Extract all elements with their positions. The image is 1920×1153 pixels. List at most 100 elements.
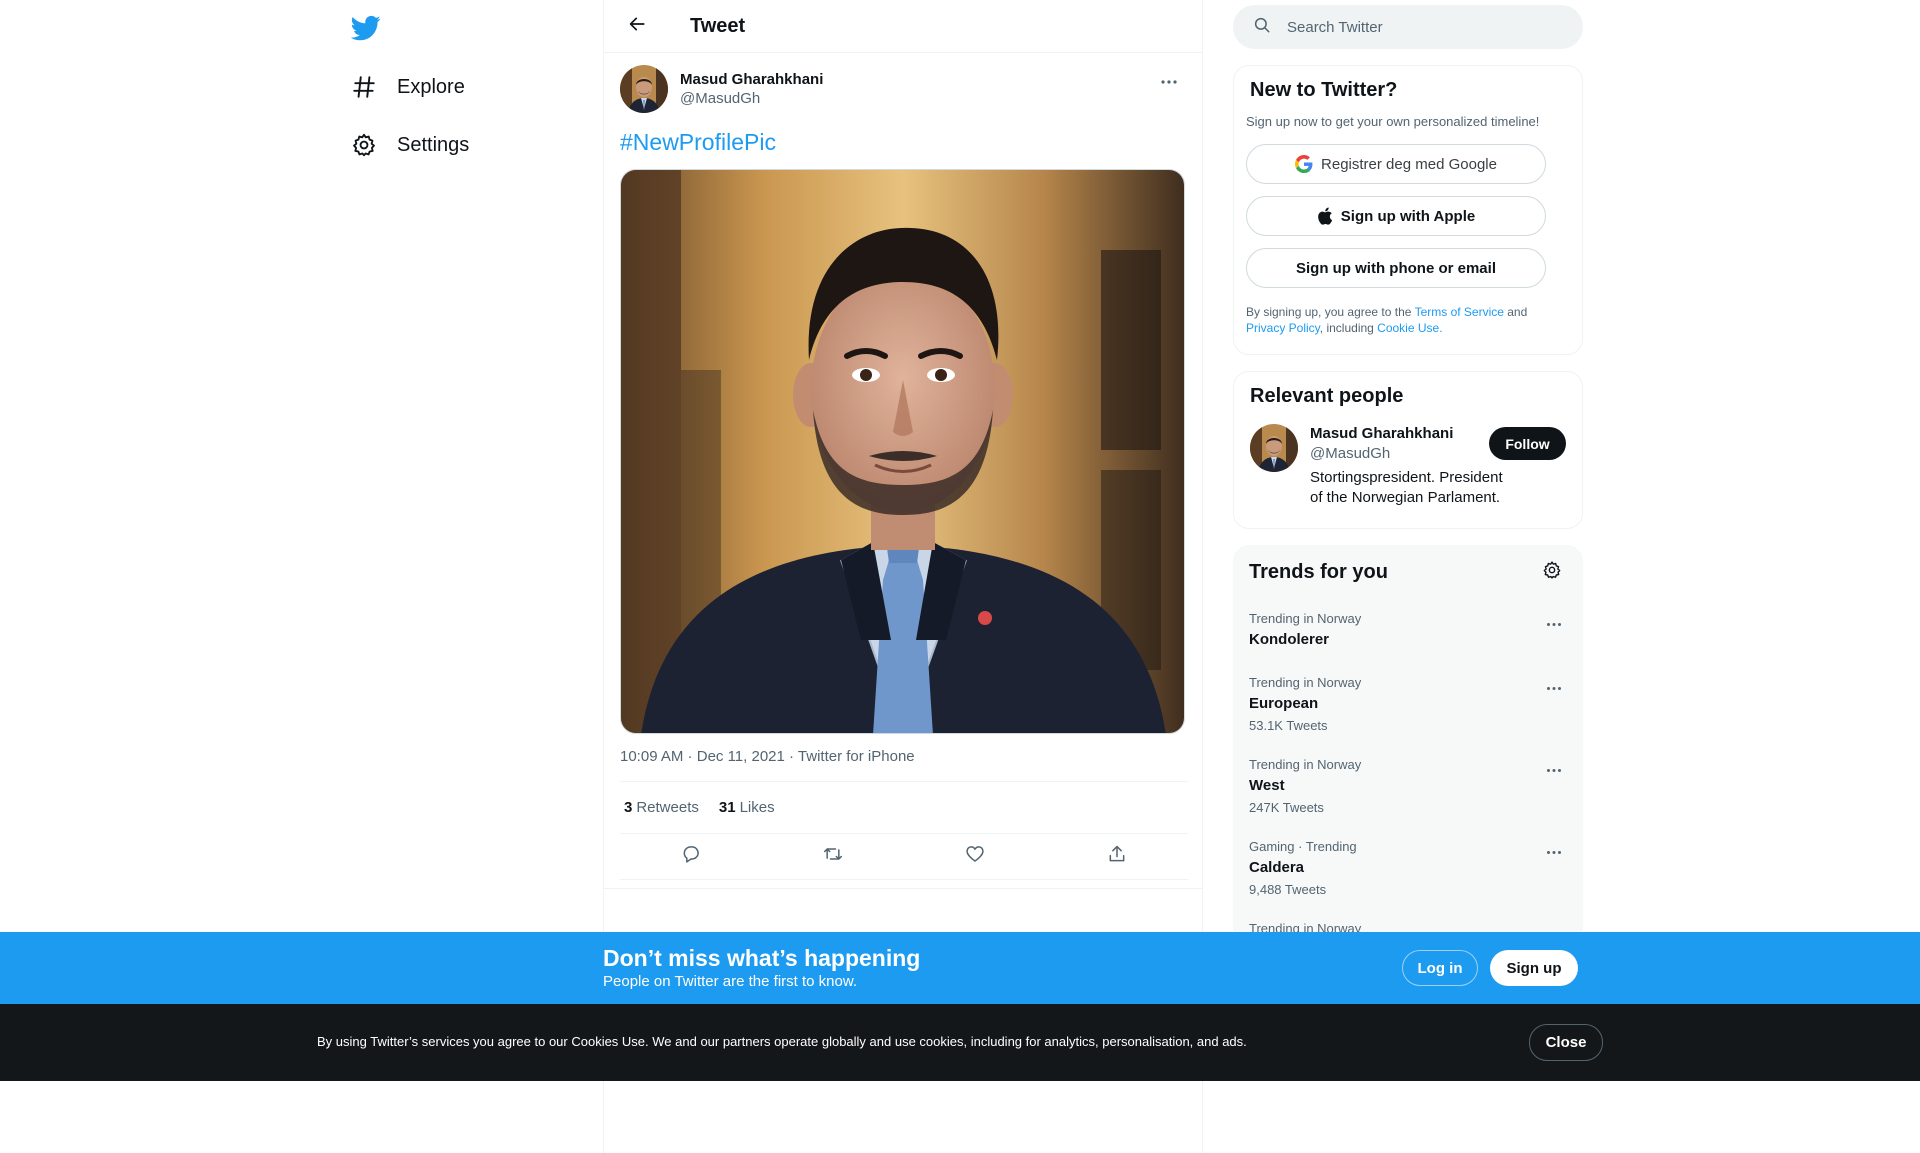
hashtag-icon (351, 74, 377, 100)
tweet-time[interactable]: 10:09 AM (620, 748, 683, 765)
relevant-title: Relevant people (1250, 385, 1404, 407)
signup-button[interactable]: Sign up (1490, 950, 1578, 986)
more-dots-icon (1546, 614, 1562, 632)
phone-email-signup-button[interactable]: Sign up with phone or email (1246, 248, 1546, 288)
trend-item[interactable]: Gaming · Trending Caldera 9,488 Tweets (1249, 839, 1567, 898)
retweet-icon (822, 844, 844, 869)
terms-link[interactable]: Terms of Service (1415, 305, 1504, 319)
cookie-bar: By using Twitter’s services you agree to… (0, 1004, 1920, 1081)
banner-title: Don’t miss what’s happening (603, 945, 921, 971)
login-button[interactable]: Log in (1402, 950, 1478, 986)
trend-name: European (1249, 695, 1319, 712)
google-signup-button[interactable]: Registrer deg med Google (1246, 144, 1546, 184)
tweet-source[interactable]: Twitter for iPhone (798, 748, 915, 765)
relevant-handle[interactable]: @MasudGh (1310, 444, 1510, 464)
retweets-count: 3 (624, 799, 633, 816)
trend-context: Trending in Norway (1249, 675, 1362, 690)
google-signup-label: Registrer deg med Google (1321, 155, 1497, 173)
google-icon (1295, 155, 1313, 173)
privacy-link[interactable]: Privacy Policy (1246, 321, 1320, 335)
legal-text: By signing up, you agree to the (1246, 305, 1415, 319)
cookie-link[interactable]: Cookie Use. (1377, 321, 1442, 335)
trend-more-button[interactable] (1541, 841, 1567, 861)
login-banner: Don’t miss what’s happening People on Tw… (0, 932, 1920, 1004)
avatar[interactable] (620, 65, 668, 113)
trend-context: Trending in Norway (1249, 757, 1362, 772)
trend-count: 247K Tweets (1249, 800, 1324, 815)
signup-subtitle: Sign up now to get your own personalized… (1246, 114, 1540, 129)
apple-icon (1317, 207, 1333, 225)
search-icon (1253, 16, 1271, 39)
page-title: Tweet (690, 14, 746, 37)
retweets-label: Retweets (636, 799, 699, 816)
trend-item[interactable]: Trending in Norway Kondolerer (1249, 611, 1567, 650)
trend-count: 9,488 Tweets (1249, 882, 1327, 897)
share-icon (1107, 844, 1127, 869)
retweet-button[interactable] (815, 839, 851, 875)
relevant-people-box: Relevant people Masud Gharahkhani @Masud… (1233, 371, 1583, 529)
trend-more-button[interactable] (1541, 613, 1567, 633)
more-dots-icon (1546, 842, 1562, 860)
more-dots-icon (1546, 760, 1562, 778)
tweet-author[interactable]: Masud Gharahkhani @MasudGh (620, 65, 1186, 113)
tweet-detail: Masud Gharahkhani @MasudGh #NewProfilePi… (604, 53, 1202, 880)
signup-legal: By signing up, you agree to the Terms of… (1246, 304, 1566, 336)
retweets-stat[interactable]: 3 Retweets (624, 799, 699, 816)
signup-box: New to Twitter? Sign up now to get your … (1233, 65, 1583, 355)
search-input[interactable]: Search Twitter (1233, 5, 1583, 49)
nav-settings[interactable]: Settings (351, 123, 469, 167)
trend-count: 53.1K Tweets (1249, 718, 1328, 733)
more-dots-icon (1546, 678, 1562, 696)
trend-more-button[interactable] (1541, 677, 1567, 697)
follow-button[interactable]: Follow (1489, 427, 1566, 460)
author-name[interactable]: Masud Gharahkhani (680, 70, 823, 89)
phone-email-signup-label: Sign up with phone or email (1295, 259, 1496, 277)
nav-settings-label: Settings (397, 133, 470, 156)
tweet-more-button[interactable] (1152, 67, 1186, 95)
trend-more-button[interactable] (1541, 759, 1567, 779)
nav-explore-label: Explore (397, 75, 465, 98)
tweet-meta: 10:09 AM · Dec 11, 2021 · Twitter for iP… (620, 748, 1188, 782)
trends-header: Trends for you (1249, 557, 1567, 587)
trend-name: West (1249, 777, 1285, 794)
tweet-hashtag-link[interactable]: #NewProfilePic (620, 127, 776, 157)
likes-count: 31 (718, 799, 736, 816)
more-dots-icon (1160, 72, 1178, 90)
trend-context: Gaming · Trending (1249, 839, 1357, 854)
trend-name: Kondolerer (1249, 631, 1330, 648)
nav-explore[interactable]: Explore (351, 65, 465, 109)
relevant-person[interactable]: Masud Gharahkhani @MasudGh Stortingspres… (1250, 424, 1566, 508)
back-button[interactable] (620, 9, 654, 43)
legal-including: , including (1319, 321, 1378, 335)
tweet-date[interactable]: Dec 11, 2021 (697, 748, 785, 765)
author-handle[interactable]: @MasudGh (680, 89, 823, 109)
trends-box: Trends for you Trending in Norway Kondol… (1233, 545, 1583, 945)
tweet-photo[interactable] (620, 169, 1185, 734)
search-placeholder: Search Twitter (1287, 18, 1383, 36)
trend-item[interactable]: Trending in Norway West 247K Tweets (1249, 757, 1567, 816)
twitter-logo-icon[interactable] (350, 13, 381, 43)
author-names: Masud Gharahkhani @MasudGh (680, 70, 823, 109)
trend-item[interactable]: Trending in Norway European 53.1K Tweets (1249, 675, 1567, 734)
reply-button[interactable] (673, 839, 709, 875)
arrow-left-icon (628, 15, 646, 38)
cookie-close-button[interactable]: Close (1529, 1024, 1603, 1061)
trend-context: Trending in Norway (1249, 611, 1362, 626)
gear-icon (1542, 560, 1562, 585)
apple-signup-label: Sign up with Apple (1340, 207, 1476, 225)
relevant-bio: Stortingspresident. President of the Nor… (1310, 469, 1503, 506)
tweet-stats: 3 Retweets 31 Likes (620, 782, 1188, 834)
share-button[interactable] (1099, 839, 1135, 875)
like-button[interactable] (957, 839, 993, 875)
banner-text: Don’t miss what’s happening People on Tw… (603, 944, 920, 991)
relevant-name[interactable]: Masud Gharahkhani (1310, 424, 1510, 444)
tweet-actions (620, 834, 1188, 880)
trends-settings-button[interactable] (1537, 557, 1567, 587)
trends-title: Trends for you (1249, 561, 1388, 583)
relevant-person-info: Masud Gharahkhani @MasudGh Stortingspres… (1310, 424, 1510, 508)
legal-and: and (1503, 305, 1528, 319)
reply-icon (681, 844, 701, 869)
avatar[interactable] (1250, 424, 1298, 472)
apple-signup-button[interactable]: Sign up with Apple (1246, 196, 1546, 236)
likes-stat[interactable]: 31 Likes (719, 799, 775, 816)
